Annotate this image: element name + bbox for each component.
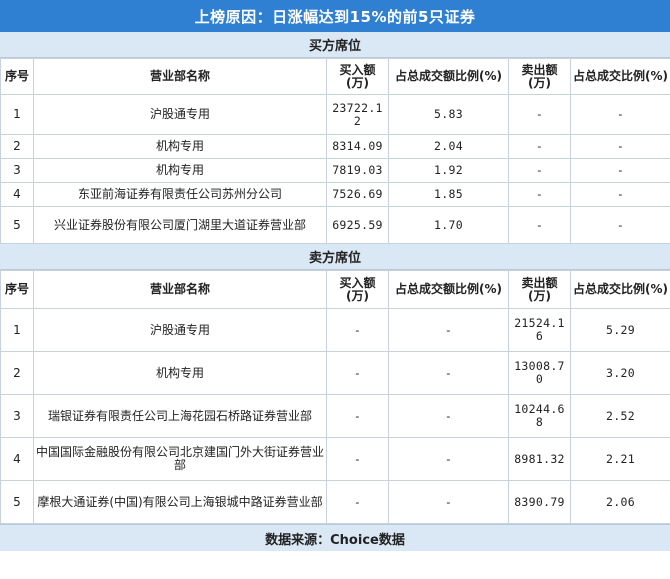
cell-sell-ratio: 2.06	[570, 480, 670, 524]
page-title: 上榜原因：日涨幅达到15%的前5只证券	[0, 0, 670, 32]
header-buy-amount: 买入额(万)	[326, 58, 389, 95]
header-sell-ratio: 占总成交比例(%)	[570, 58, 670, 95]
buy-table-header-row: 序号 营业部名称 买入额(万) 占总成交额比例(%) 卖出额(万) 占总成交比例…	[0, 58, 670, 95]
cell-sell-ratio: -	[570, 158, 670, 183]
cell-seq: 2	[0, 351, 34, 395]
cell-sell-amount: 10244.68	[508, 394, 571, 438]
table-row: 2 机构专用 8314.09 2.04- -	[0, 134, 670, 159]
cell-sell-amount: 13008.70	[508, 351, 571, 395]
cell-buy-ratio: -	[388, 308, 509, 352]
cell-sell-amount: -	[508, 182, 571, 207]
cell-sell-ratio: -	[570, 182, 670, 207]
header-buy-amount: 买入额(万)	[326, 270, 389, 309]
cell-sell-amount: -	[508, 94, 571, 135]
cell-sell-amount: -	[508, 206, 571, 244]
cell-sell-amount: 21524.16	[508, 308, 571, 352]
cell-buy-amount: 7819.03	[326, 158, 389, 183]
cell-seq: 1	[0, 308, 34, 352]
lhb-table-panel: 上榜原因：日涨幅达到15%的前5只证券 买方席位 序号 营业部名称 买入额(万)…	[0, 0, 670, 579]
cell-branch-name: 中国国际金融股份有限公司北京建国门外大街证券营业部	[33, 437, 327, 481]
table-row: 2 机构专用 - -13008.70 3.20	[0, 351, 670, 395]
cell-buy-ratio: 1.85	[388, 182, 509, 207]
cell-seq: 1	[0, 94, 34, 135]
cell-buy-ratio: 2.04	[388, 134, 509, 159]
cell-sell-ratio: -	[570, 134, 670, 159]
cell-buy-ratio: -	[388, 480, 509, 524]
table-row: 1 沪股通专用 - -21524.16 5.29	[0, 308, 670, 352]
cell-branch-name: 沪股通专用	[33, 94, 327, 135]
cell-buy-amount: -	[326, 394, 389, 438]
cell-branch-name: 机构专用	[33, 134, 327, 159]
header-sell-amount: 卖出额(万)	[508, 58, 571, 95]
header-buy-ratio: 占总成交额比例(%)	[388, 270, 509, 309]
data-source-footer: 数据来源：Choice数据	[0, 524, 670, 551]
cell-sell-ratio: 2.52	[570, 394, 670, 438]
cell-sell-ratio: 3.20	[570, 351, 670, 395]
cell-sell-amount: 8981.32	[508, 437, 571, 481]
cell-buy-ratio: 1.70	[388, 206, 509, 244]
table-row: 4 东亚前海证券有限责任公司苏州分公司 7526.69 1.85- -	[0, 182, 670, 207]
cell-sell-amount: 8390.79	[508, 480, 571, 524]
cell-sell-amount: -	[508, 134, 571, 159]
cell-buy-amount: 6925.59	[326, 206, 389, 244]
cell-sell-ratio: 2.21	[570, 437, 670, 481]
table-row: 5 摩根大通证券(中国)有限公司上海银城中路证券营业部 - -8390.79 2.06	[0, 480, 670, 524]
table-row: 3 瑞银证券有限责任公司上海花园石桥路证券营业部 - -10244.68 2.52	[0, 394, 670, 438]
cell-branch-name: 机构专用	[33, 158, 327, 183]
buy-table: 序号 营业部名称 买入额(万) 占总成交额比例(%) 卖出额(万) 占总成交比例…	[0, 58, 670, 244]
cell-buy-amount: -	[326, 437, 389, 481]
cell-buy-ratio: 5.83	[388, 94, 509, 135]
header-buy-ratio: 占总成交额比例(%)	[388, 58, 509, 95]
cell-seq: 5	[0, 480, 34, 524]
header-sell-ratio: 占总成交比例(%)	[570, 270, 670, 309]
cell-branch-name: 沪股通专用	[33, 308, 327, 352]
table-row: 3 机构专用 7819.03 1.92- -	[0, 158, 670, 183]
buy-section-header: 买方席位	[0, 32, 670, 58]
cell-seq: 2	[0, 134, 34, 159]
cell-sell-ratio: 5.29	[570, 308, 670, 352]
cell-branch-name: 机构专用	[33, 351, 327, 395]
cell-buy-amount: 23722.12	[326, 94, 389, 135]
sell-table: 序号 营业部名称 买入额(万) 占总成交额比例(%) 卖出额(万) 占总成交比例…	[0, 270, 670, 524]
cell-buy-amount: 7526.69	[326, 182, 389, 207]
header-branch-name: 营业部名称	[33, 58, 327, 95]
cell-seq: 4	[0, 182, 34, 207]
cell-buy-amount: 8314.09	[326, 134, 389, 159]
cell-sell-amount: -	[508, 158, 571, 183]
table-row: 1 沪股通专用 23722.12 5.83- -	[0, 94, 670, 135]
cell-branch-name: 摩根大通证券(中国)有限公司上海银城中路证券营业部	[33, 480, 327, 524]
cell-branch-name: 瑞银证券有限责任公司上海花园石桥路证券营业部	[33, 394, 327, 438]
cell-sell-ratio: -	[570, 206, 670, 244]
cell-seq: 3	[0, 158, 34, 183]
sell-section-header: 卖方席位	[0, 244, 670, 270]
table-row: 5 兴业证券股份有限公司厦门湖里大道证券营业部 6925.59 1.70- -	[0, 206, 670, 244]
table-row: 4 中国国际金融股份有限公司北京建国门外大街证券营业部 - -8981.32 2.21	[0, 437, 670, 481]
cell-buy-ratio: -	[388, 394, 509, 438]
cell-buy-amount: -	[326, 480, 389, 524]
header-branch-name: 营业部名称	[33, 270, 327, 309]
cell-branch-name: 兴业证券股份有限公司厦门湖里大道证券营业部	[33, 206, 327, 244]
cell-buy-amount: -	[326, 351, 389, 395]
cell-buy-amount: -	[326, 308, 389, 352]
cell-buy-ratio: 1.92	[388, 158, 509, 183]
cell-sell-ratio: -	[570, 94, 670, 135]
header-seq: 序号	[0, 270, 34, 309]
cell-seq: 3	[0, 394, 34, 438]
cell-seq: 5	[0, 206, 34, 244]
cell-branch-name: 东亚前海证券有限责任公司苏州分公司	[33, 182, 327, 207]
header-sell-amount: 卖出额(万)	[508, 270, 571, 309]
cell-buy-ratio: -	[388, 351, 509, 395]
cell-buy-ratio: -	[388, 437, 509, 481]
sell-table-header-row: 序号 营业部名称 买入额(万) 占总成交额比例(%) 卖出额(万) 占总成交比例…	[0, 270, 670, 309]
header-seq: 序号	[0, 58, 34, 95]
cell-seq: 4	[0, 437, 34, 481]
